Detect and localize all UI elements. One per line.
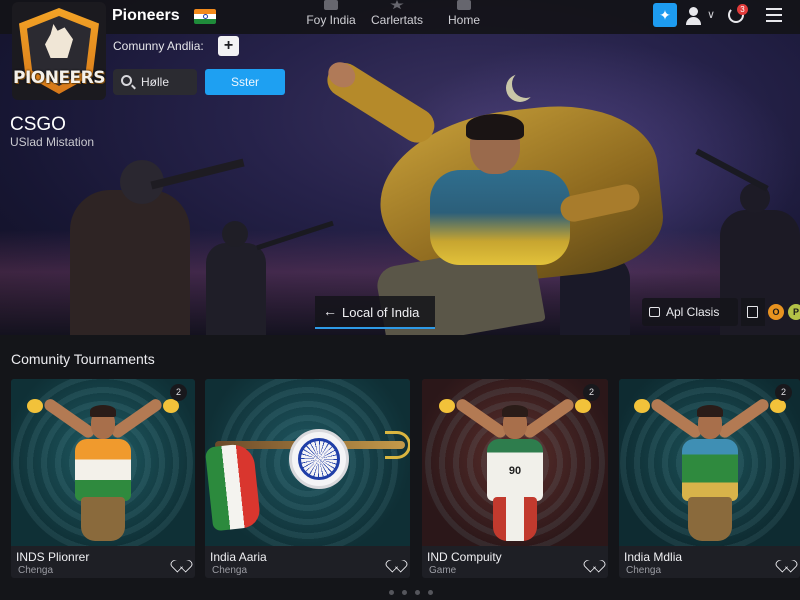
star-icon <box>390 0 404 10</box>
search-input[interactable]: Hølle <box>113 69 197 95</box>
add-community-button[interactable]: + <box>218 36 239 56</box>
game-subtitle: USlad Mistation <box>10 135 95 149</box>
card-artwork: 90 <box>422 379 608 546</box>
twitter-icon: ✦ <box>659 7 671 23</box>
pagination-dot[interactable] <box>415 590 420 595</box>
nav-item-carlertats[interactable]: Carlertats <box>366 0 428 34</box>
heart-icon[interactable] <box>175 555 187 566</box>
window-toggle-button[interactable] <box>741 298 765 326</box>
search-icon <box>121 75 132 86</box>
pagination-dot[interactable] <box>428 590 433 595</box>
controller-icon <box>649 307 660 317</box>
section-title-tournaments: Comunity Tournaments <box>11 351 155 367</box>
card-title: INDS Plionrer <box>16 550 90 564</box>
home-icon <box>457 0 471 10</box>
tournament-card[interactable]: 2 India Mdlia Chenga <box>619 379 800 578</box>
tournament-card[interactable]: India Aaria Chenga <box>205 379 410 578</box>
notifications-button[interactable]: 3 <box>728 4 748 25</box>
card-corner-badge[interactable]: 2 <box>775 384 792 401</box>
carousel-pagination <box>389 590 439 596</box>
primary-action-button[interactable]: Sster <box>205 69 285 95</box>
game-title: CSGO <box>10 114 66 135</box>
user-icon <box>689 7 698 16</box>
pagination-dot[interactable] <box>402 590 407 595</box>
chevron-down-icon: ∨ <box>707 9 716 21</box>
coin-badge-orange[interactable]: O <box>768 304 784 320</box>
heart-icon[interactable] <box>588 555 600 566</box>
india-flag-icon <box>194 9 216 24</box>
heart-icon[interactable] <box>390 555 402 566</box>
nav-item-foy-india[interactable]: Foy India <box>300 0 362 34</box>
jersey-number: 90 <box>508 465 522 477</box>
logo-text: PIONEERS <box>12 68 106 88</box>
card-title: India Aaria <box>210 550 267 564</box>
square-icon <box>747 306 758 318</box>
search-input-value: Hølle <box>141 75 170 89</box>
card-subtitle: Chenga <box>212 565 248 576</box>
community-label: Comunny Andlia: <box>113 39 204 53</box>
card-title: IND Compuity <box>427 550 502 564</box>
arrow-left-icon: ← <box>323 303 337 319</box>
user-menu-button[interactable]: ∨ <box>686 5 720 27</box>
card-subtitle: Chenga <box>626 565 662 576</box>
card-title: India Mdlia <box>624 550 683 564</box>
pioneers-logo[interactable]: PIONEERS <box>12 2 106 100</box>
card-corner-badge[interactable]: 2 <box>583 384 600 401</box>
brand-name[interactable]: Pioneers <box>112 7 180 25</box>
grid-icon <box>324 0 338 10</box>
card-corner-badge[interactable]: 2 <box>170 384 187 401</box>
coin-badge-green[interactable]: P <box>788 304 800 320</box>
notification-badge: 3 <box>737 4 748 15</box>
nav-item-home[interactable]: Home <box>440 0 488 34</box>
api-classes-button[interactable]: Apl Clasis <box>642 298 738 326</box>
card-artwork <box>619 379 800 546</box>
card-subtitle: Chenga <box>18 565 54 576</box>
card-artwork <box>11 379 195 546</box>
pagination-dot[interactable] <box>389 590 394 595</box>
tournament-card[interactable]: 2 INDS Plionrer Chenga <box>11 379 195 578</box>
tournament-card[interactable]: 90 2 IND Compuity Game <box>422 379 608 578</box>
hamburger-menu-button[interactable] <box>766 8 782 22</box>
heart-icon[interactable] <box>780 555 792 566</box>
moon-decoration <box>512 70 540 98</box>
card-subtitle: Game <box>429 565 457 576</box>
twitter-button[interactable]: ✦ <box>653 3 677 27</box>
top-navigation-bar: Pioneers Foy India Carlertats Home ✦ ∨ 3 <box>0 0 800 34</box>
region-tab-local-of-india[interactable]: ← Local of India <box>315 296 435 329</box>
card-artwork <box>205 379 410 546</box>
